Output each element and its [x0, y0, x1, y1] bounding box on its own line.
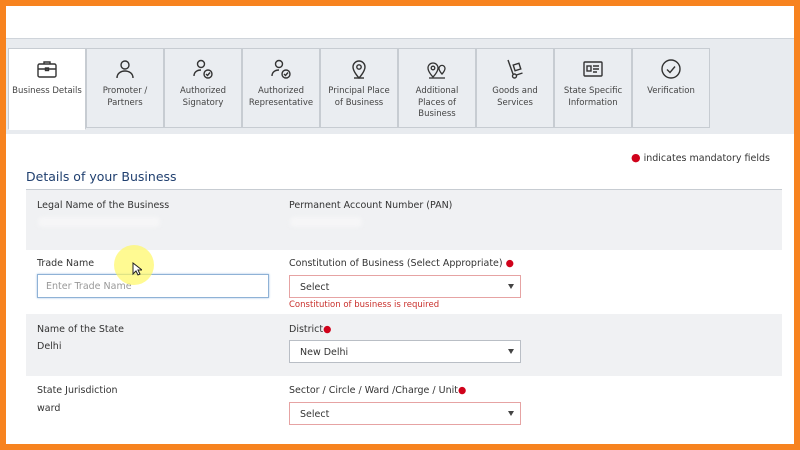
map-pin-icon: [352, 60, 366, 80]
tab-promoter-partners[interactable]: Promoter / Partners: [86, 48, 164, 128]
pan-label: Permanent Account Number (PAN): [289, 200, 453, 211]
mouse-pointer-icon: [132, 262, 142, 276]
sector-select[interactable]: Select: [289, 402, 521, 425]
hand-truck-icon: [507, 59, 523, 79]
state-label: Name of the State: [37, 324, 124, 335]
tab-label: Principal Place of Business: [328, 86, 390, 108]
form-content: ● indicates mandatory fields Details of y…: [12, 134, 782, 444]
district-label: District●: [289, 324, 332, 335]
row-jurisdiction-sector: State Jurisdiction ward Sector / Circle …: [26, 376, 782, 444]
chevron-down-icon: [508, 349, 514, 354]
map-pins-icon: [427, 62, 446, 79]
app-frame: Business Details Promoter / Partners Aut…: [6, 6, 794, 444]
tab-verification[interactable]: Verification: [632, 48, 710, 128]
legal-name-label: Legal Name of the Business: [37, 200, 170, 211]
top-band: [6, 6, 794, 38]
pan-value-redacted: [290, 217, 362, 227]
trade-name-label: Trade Name: [37, 258, 95, 269]
tab-label: State Specific Information: [563, 86, 623, 108]
tab-goods-services[interactable]: Goods and Services: [476, 48, 554, 128]
tab-label: Verification: [647, 86, 695, 96]
id-card-icon: [583, 61, 603, 77]
check-circle-icon: [661, 59, 681, 79]
jurisdiction-label: State Jurisdiction: [37, 385, 118, 396]
row-legal-pan: Legal Name of the Business Permanent Acc…: [26, 190, 782, 250]
section-title: Details of your Business: [26, 169, 177, 184]
constitution-label: Constitution of Business (Select Appropr…: [289, 258, 514, 269]
jurisdiction-value: ward: [37, 403, 61, 414]
tab-label: Additional Places of Business: [415, 86, 459, 119]
tab-authorized-representative[interactable]: Authorized Representative: [242, 48, 320, 128]
chevron-down-icon: [508, 411, 514, 416]
constitution-select[interactable]: Select: [289, 275, 521, 298]
tab-label: Authorized Representative: [248, 86, 314, 108]
person-icon: [116, 60, 134, 79]
sector-label: Sector / Circle / Ward /Charge / Unit●: [289, 385, 467, 396]
tab-additional-places[interactable]: Additional Places of Business: [398, 48, 476, 128]
constitution-error: Constitution of business is required: [289, 300, 440, 310]
mandatory-note: ● indicates mandatory fields: [630, 151, 770, 164]
district-select[interactable]: New Delhi: [289, 340, 521, 363]
person-check-icon: [271, 59, 291, 79]
tab-label: Promoter / Partners: [102, 86, 148, 108]
trade-name-input[interactable]: Enter Trade Name: [37, 274, 269, 298]
tab-label: Authorized Signatory: [179, 86, 227, 108]
tab-label: Business Details: [12, 86, 82, 96]
chevron-down-icon: [508, 284, 514, 289]
row-state-district: Name of the State Delhi District● New De…: [26, 314, 782, 376]
required-dot-icon: ●: [457, 385, 467, 396]
tab-principal-place[interactable]: Principal Place of Business: [320, 48, 398, 128]
required-dot-icon: ●: [323, 324, 332, 335]
briefcase-icon: [37, 61, 57, 78]
tab-state-specific[interactable]: State Specific Information: [554, 48, 632, 128]
person-check-icon: [193, 59, 213, 79]
legal-name-value-redacted: [38, 217, 160, 227]
tab-authorized-signatory[interactable]: Authorized Signatory: [164, 48, 242, 128]
tab-business-details[interactable]: Business Details: [8, 48, 86, 130]
tab-label: Goods and Services: [492, 86, 538, 108]
state-value: Delhi: [37, 341, 62, 352]
required-dot-icon: ●: [630, 151, 641, 164]
required-dot-icon: ●: [502, 258, 514, 269]
